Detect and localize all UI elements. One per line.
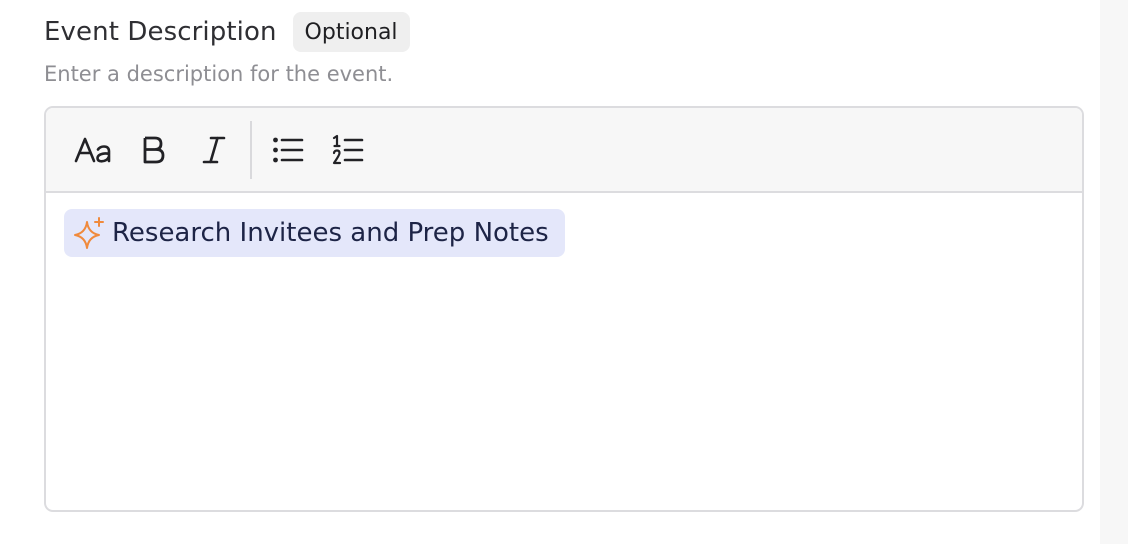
ai-suggestion-label: Research Invitees and Prep Notes [112,218,549,248]
italic-button[interactable] [184,120,244,180]
scroll-gutter [1100,0,1128,544]
ai-suggestion-chip[interactable]: Research Invitees and Prep Notes [64,209,565,257]
editor-content[interactable]: Research Invitees and Prep Notes [46,193,1082,508]
field-label: Event Description [44,17,277,47]
bold-icon [143,136,165,163]
text-size-icon [74,137,111,163]
italic-icon [202,136,226,163]
sparkle-icon [72,215,108,251]
bulleted-list-icon [273,137,304,162]
bold-button[interactable] [124,120,184,180]
bulleted-list-button[interactable] [258,120,318,180]
numbered-list-icon [332,134,364,164]
numbered-list-button[interactable] [318,120,378,180]
field-help-text: Enter a description for the event. [44,62,394,86]
optional-badge: Optional [292,12,410,52]
event-description-panel: Event Description Optional Enter a descr… [0,0,1128,544]
rich-text-editor: Research Invitees and Prep Notes [44,106,1084,512]
text-style-button[interactable] [64,120,124,180]
toolbar-divider [250,120,252,179]
editor-toolbar [46,108,1082,193]
field-header: Event Description Optional [44,12,410,52]
